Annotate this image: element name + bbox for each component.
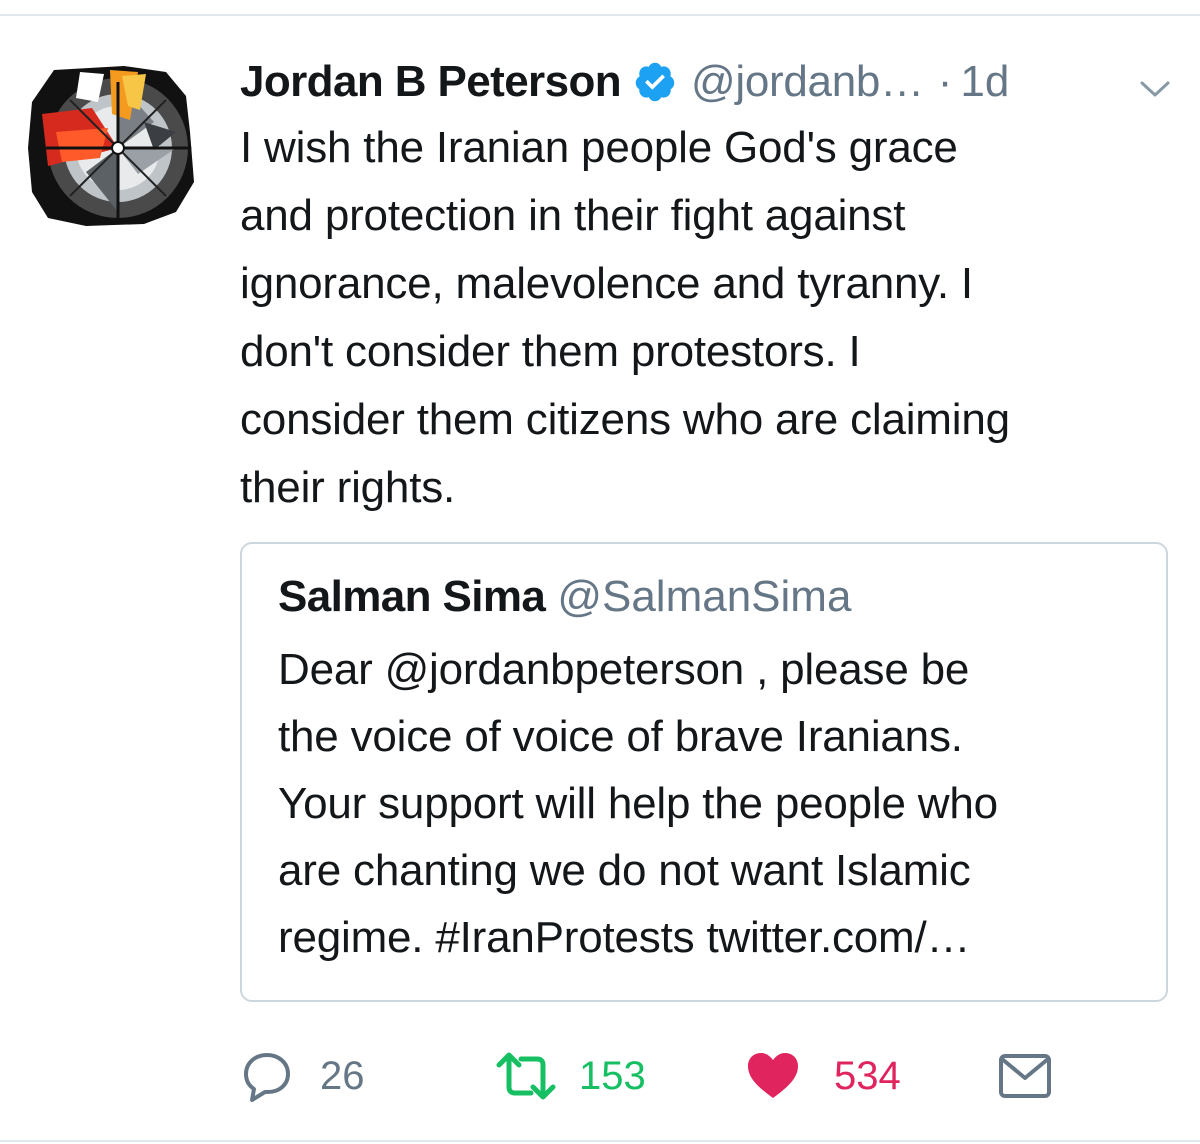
action-bar: 26 153 534: [240, 1044, 1070, 1108]
chevron-down-icon[interactable]: [1138, 78, 1172, 100]
separator-dot: ·: [937, 57, 953, 106]
retweet-button[interactable]: 153: [495, 1044, 646, 1108]
quoted-text-line: are chanting we do not want Islamic: [278, 846, 971, 895]
quoted-tweet-card[interactable]: Salman Sima @SalmanSima Dear @jordanbpete…: [240, 542, 1168, 1002]
tweet-text-line: consider them citizens who are claiming: [240, 395, 1010, 444]
quoted-author-name: Salman Sima: [278, 572, 546, 621]
tweet-text-line: their rights.: [240, 463, 456, 512]
reply-icon: [244, 1053, 290, 1102]
quoted-text-line: the voice of voice of brave Iranians.: [278, 712, 963, 761]
verified-badge-icon: [635, 62, 675, 102]
author-handle[interactable]: @jordanb…: [691, 57, 924, 107]
quoted-author-handle: @SalmanSima: [557, 572, 852, 621]
tweet-text: I wish the Iranian people God's grace an…: [240, 114, 1185, 522]
tweet-header: Jordan B Peterson @jordanb… · 1d: [240, 54, 1180, 110]
reply-count: 26: [320, 1053, 365, 1098]
envelope-icon: [999, 1054, 1051, 1098]
reply-button[interactable]: 26: [240, 1044, 365, 1108]
quoted-text-line: regime. #IranProtests twitter.com/…: [278, 913, 971, 962]
bottom-divider: [0, 1140, 1200, 1142]
retweet-count: 153: [579, 1053, 646, 1098]
quoted-tweet-header: Salman Sima @SalmanSima: [278, 572, 851, 622]
avatar[interactable]: [26, 62, 196, 228]
retweet-icon: [496, 1052, 556, 1100]
like-count: 534: [834, 1053, 901, 1098]
heart-icon: [748, 1053, 798, 1098]
quoted-text-line: Dear @jordanbpeterson , please be: [278, 645, 970, 694]
tweet-text-line: don't consider them protestors. I: [240, 327, 861, 376]
quoted-text-line: Your support will help the people who: [278, 779, 998, 828]
tweet-text-line: I wish the Iranian people God's grace: [240, 123, 958, 172]
direct-message-button[interactable]: [998, 1044, 1052, 1108]
author-name[interactable]: Jordan B Peterson: [240, 57, 622, 107]
tweet-text-line: ignorance, malevolence and tyranny. I: [240, 259, 973, 308]
like-button[interactable]: 534: [746, 1044, 901, 1108]
top-divider: [0, 14, 1200, 16]
quoted-tweet-text: Dear @jordanbpeterson , please be the vo…: [278, 636, 1158, 971]
timestamp[interactable]: 1d: [960, 57, 1009, 107]
tweet-text-line: and protection in their fight against: [240, 191, 906, 240]
